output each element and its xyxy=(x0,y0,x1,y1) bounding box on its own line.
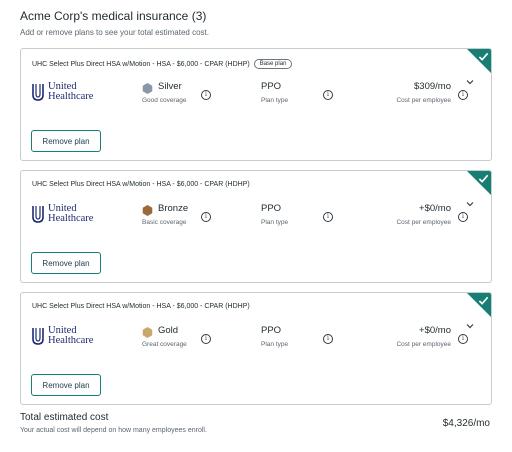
selected-check-icon xyxy=(467,49,491,73)
remove-plan-button[interactable]: Remove plan xyxy=(31,374,101,396)
plan-type-info-icon[interactable]: i xyxy=(323,212,333,222)
plan-type-info-icon[interactable]: i xyxy=(323,90,333,100)
chevron-down-icon[interactable] xyxy=(465,199,475,209)
chevron-down-icon[interactable] xyxy=(465,321,475,331)
plan-name: UHC Select Plus Direct HSA w/Motion - HS… xyxy=(32,59,293,69)
cost-info-icon[interactable]: i xyxy=(458,334,468,344)
remove-plan-button[interactable]: Remove plan xyxy=(31,130,101,152)
selected-check-icon xyxy=(467,171,491,195)
total-cost-value: $4,326/mo xyxy=(442,418,490,429)
unitedhealthcare-logo: United Healthcare xyxy=(32,203,110,230)
chevron-down-icon[interactable] xyxy=(465,77,475,87)
plan-cost: +$0/mo Cost per employee xyxy=(396,203,451,226)
unitedhealthcare-logo: United Healthcare xyxy=(32,81,110,108)
bronze-tier-icon xyxy=(142,205,153,216)
page-subtitle: Add or remove plans to see your total es… xyxy=(20,28,209,37)
plan-name: UHC Select Plus Direct HSA w/Motion - HS… xyxy=(32,303,250,310)
cost-info-icon[interactable]: i xyxy=(458,90,468,100)
silver-tier-icon xyxy=(142,83,153,94)
plan-type: PPO Plan type xyxy=(261,81,289,104)
tier-info-icon[interactable]: i xyxy=(201,90,211,100)
page-title: Acme Corp's medical insurance (3) xyxy=(20,9,207,23)
plan-cost: +$0/mo Cost per employee xyxy=(396,325,451,348)
tier-info-icon[interactable]: i xyxy=(201,334,211,344)
plan-cost: $309/mo Cost per employee xyxy=(396,81,451,104)
plan-card[interactable]: UHC Select Plus Direct HSA w/Motion - HS… xyxy=(20,292,492,405)
plan-type: PPO Plan type xyxy=(261,203,289,226)
plan-card[interactable]: UHC Select Plus Direct HSA w/Motion - HS… xyxy=(20,48,492,161)
plan-card[interactable]: UHC Select Plus Direct HSA w/Motion - HS… xyxy=(20,170,492,283)
tier-info-icon[interactable]: i xyxy=(201,212,211,222)
cost-info-icon[interactable]: i xyxy=(458,212,468,222)
selected-check-icon xyxy=(467,293,491,317)
gold-tier-icon xyxy=(142,327,153,338)
plan-name: UHC Select Plus Direct HSA w/Motion - HS… xyxy=(32,181,250,188)
remove-plan-button[interactable]: Remove plan xyxy=(31,252,101,274)
unitedhealthcare-logo: United Healthcare xyxy=(32,325,110,352)
plan-type: PPO Plan type xyxy=(261,325,289,348)
base-plan-badge: Base plan xyxy=(253,59,293,69)
total-cost-subtitle: Your actual cost will depend on how many… xyxy=(20,427,207,434)
total-cost-title: Total estimated cost xyxy=(20,412,109,423)
plan-type-info-icon[interactable]: i xyxy=(323,334,333,344)
